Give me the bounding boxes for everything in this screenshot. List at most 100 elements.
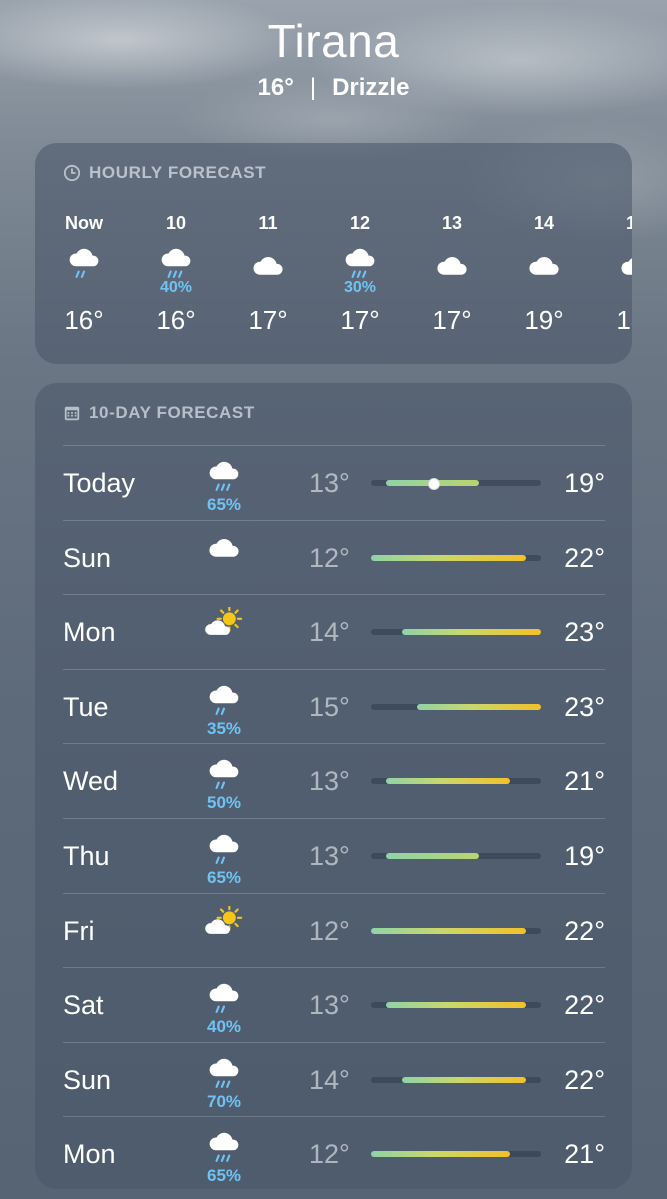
- temperature-range-track: [371, 1076, 541, 1083]
- hourly-title-text: HOURLY FORECAST: [89, 163, 267, 182]
- low-temperature: 12°: [309, 1139, 350, 1170]
- precipitation-chance: 50%: [206, 793, 242, 813]
- day-label: Tue: [63, 691, 109, 722]
- day-row[interactable]: Sun 70% 14° 22°: [63, 1041, 605, 1117]
- day-label: Mon: [63, 617, 116, 648]
- day-row[interactable]: Today 65% 13° 19°: [63, 445, 605, 520]
- day-label: Sun: [63, 1064, 112, 1095]
- drizzle-icon: [199, 831, 249, 870]
- hourly-forecast-card[interactable]: HOURLY FORECAST Now 16° 10 40% 16° 11 17° 12 30%…: [35, 143, 632, 364]
- current-temp-indicator: [427, 478, 440, 490]
- hour-label: 11: [258, 213, 278, 233]
- high-temperature: 21°: [564, 766, 605, 797]
- precipitation-chance: 40%: [159, 279, 193, 296]
- hour-label: 15: [625, 213, 632, 233]
- day-label: Sat: [63, 990, 104, 1021]
- hour-label: Now: [65, 213, 103, 233]
- temperature-range-track: [371, 853, 541, 859]
- drizzle-icon: [199, 980, 249, 1019]
- temperature-range-track: [371, 703, 541, 710]
- day-label: Sun: [63, 542, 112, 573]
- drizzle-icon: [199, 682, 249, 721]
- temperature-range-track: [371, 1002, 541, 1009]
- temperature-range-bar: [401, 1076, 526, 1083]
- day-label: Mon: [63, 1139, 116, 1170]
- precipitation-chance: [233, 279, 303, 299]
- day-row[interactable]: Thu 65% 13° 19°: [63, 818, 605, 893]
- weather-condition: 35%: [199, 682, 249, 739]
- high-temperature: 21°: [564, 1139, 605, 1170]
- day-label: Thu: [63, 841, 110, 871]
- temperature-range-bar: [386, 778, 511, 785]
- day-row[interactable]: Tue 35% 15° 23°: [63, 668, 605, 744]
- temperature-range-track: [371, 778, 541, 785]
- weather-condition: [199, 606, 249, 642]
- day-row[interactable]: Fri 12° 22°: [63, 892, 605, 968]
- clock-icon: [63, 164, 81, 182]
- current-temperature: 16°: [257, 74, 294, 101]
- weather-condition: 65%: [199, 1129, 249, 1186]
- cloud-icon: [233, 241, 303, 279]
- precipitation-chance: [601, 279, 632, 299]
- hour-temperature: 19°: [524, 305, 564, 335]
- low-temperature: 13°: [309, 766, 350, 797]
- weather-condition: [199, 533, 249, 564]
- current-conditions: 16° | Drizzle: [0, 74, 667, 102]
- ten-day-title-text: 10-DAY FORECAST: [89, 403, 255, 422]
- hour-temperature: 16°: [64, 305, 104, 335]
- temperature-range-track: [371, 927, 541, 934]
- ten-day-forecast-title: 10-DAY FORECAST: [63, 403, 255, 423]
- high-temperature: 22°: [564, 542, 605, 573]
- temperature-range-bar: [417, 703, 541, 710]
- day-row[interactable]: Mon 65% 12° 21°: [63, 1116, 605, 1189]
- high-temperature: 22°: [564, 1064, 605, 1095]
- high-temperature: 23°: [564, 617, 605, 648]
- temperature-range-bar: [371, 1151, 511, 1158]
- high-temperature: 23°: [564, 691, 605, 722]
- weather-condition: 65%: [199, 831, 249, 888]
- day-label: Wed: [63, 766, 119, 797]
- hourly-item: 11 17°: [233, 213, 303, 336]
- city-name: Tirana: [267, 15, 400, 67]
- partly-sunny-icon: [199, 904, 249, 941]
- low-temperature: 13°: [309, 990, 350, 1021]
- low-temperature: 13°: [309, 841, 350, 871]
- ten-day-forecast-card[interactable]: 10-DAY FORECAST Today 65% 13° 19° Sun 12° 22° M…: [35, 383, 632, 1189]
- day-row[interactable]: Mon 14° 23°: [63, 594, 605, 669]
- day-row[interactable]: Wed 50% 13° 21°: [63, 743, 605, 818]
- weather-condition: 70%: [199, 1055, 249, 1112]
- rain-icon: [199, 458, 249, 497]
- hour-temperature: 16°: [156, 305, 196, 335]
- hour-temperature: 17°: [432, 305, 472, 335]
- weather-condition: 40%: [199, 980, 249, 1037]
- precipitation-chance: [49, 279, 119, 299]
- calendar-icon: [64, 406, 80, 421]
- rain-icon: [325, 241, 395, 279]
- hour-label: 13: [441, 213, 463, 233]
- low-temperature: 12°: [309, 542, 350, 573]
- precipitation-chance: [417, 279, 487, 299]
- hour-temperature: 17°: [248, 305, 288, 335]
- temperature-range-bar: [386, 1002, 526, 1009]
- temperature-range-track: [371, 629, 541, 636]
- cloud-icon: [601, 241, 632, 279]
- day-row[interactable]: Sat 40% 13° 22°: [63, 967, 605, 1042]
- cloud-icon: [509, 241, 579, 279]
- cloud-icon: [417, 241, 487, 279]
- high-temperature: 22°: [564, 915, 605, 946]
- cloud-icon: [199, 533, 249, 566]
- high-temperature: 19°: [564, 841, 605, 871]
- weather-condition: 65%: [199, 458, 249, 515]
- partly-sunny-icon: [199, 606, 249, 642]
- day-row[interactable]: Sun 12° 22°: [63, 519, 605, 595]
- drizzle-icon: [49, 241, 119, 279]
- current-condition: Drizzle: [332, 74, 410, 101]
- temperature-range-bar: [371, 554, 526, 561]
- temperature-range-track: [371, 1151, 541, 1158]
- hourly-item: 14 19°: [509, 213, 579, 336]
- hourly-item: 15 18°: [601, 213, 632, 336]
- hour-label: 10: [165, 213, 187, 233]
- hour-label: 14: [533, 213, 555, 233]
- precipitation-chance: 65%: [206, 868, 242, 887]
- day-label: Today: [63, 468, 136, 498]
